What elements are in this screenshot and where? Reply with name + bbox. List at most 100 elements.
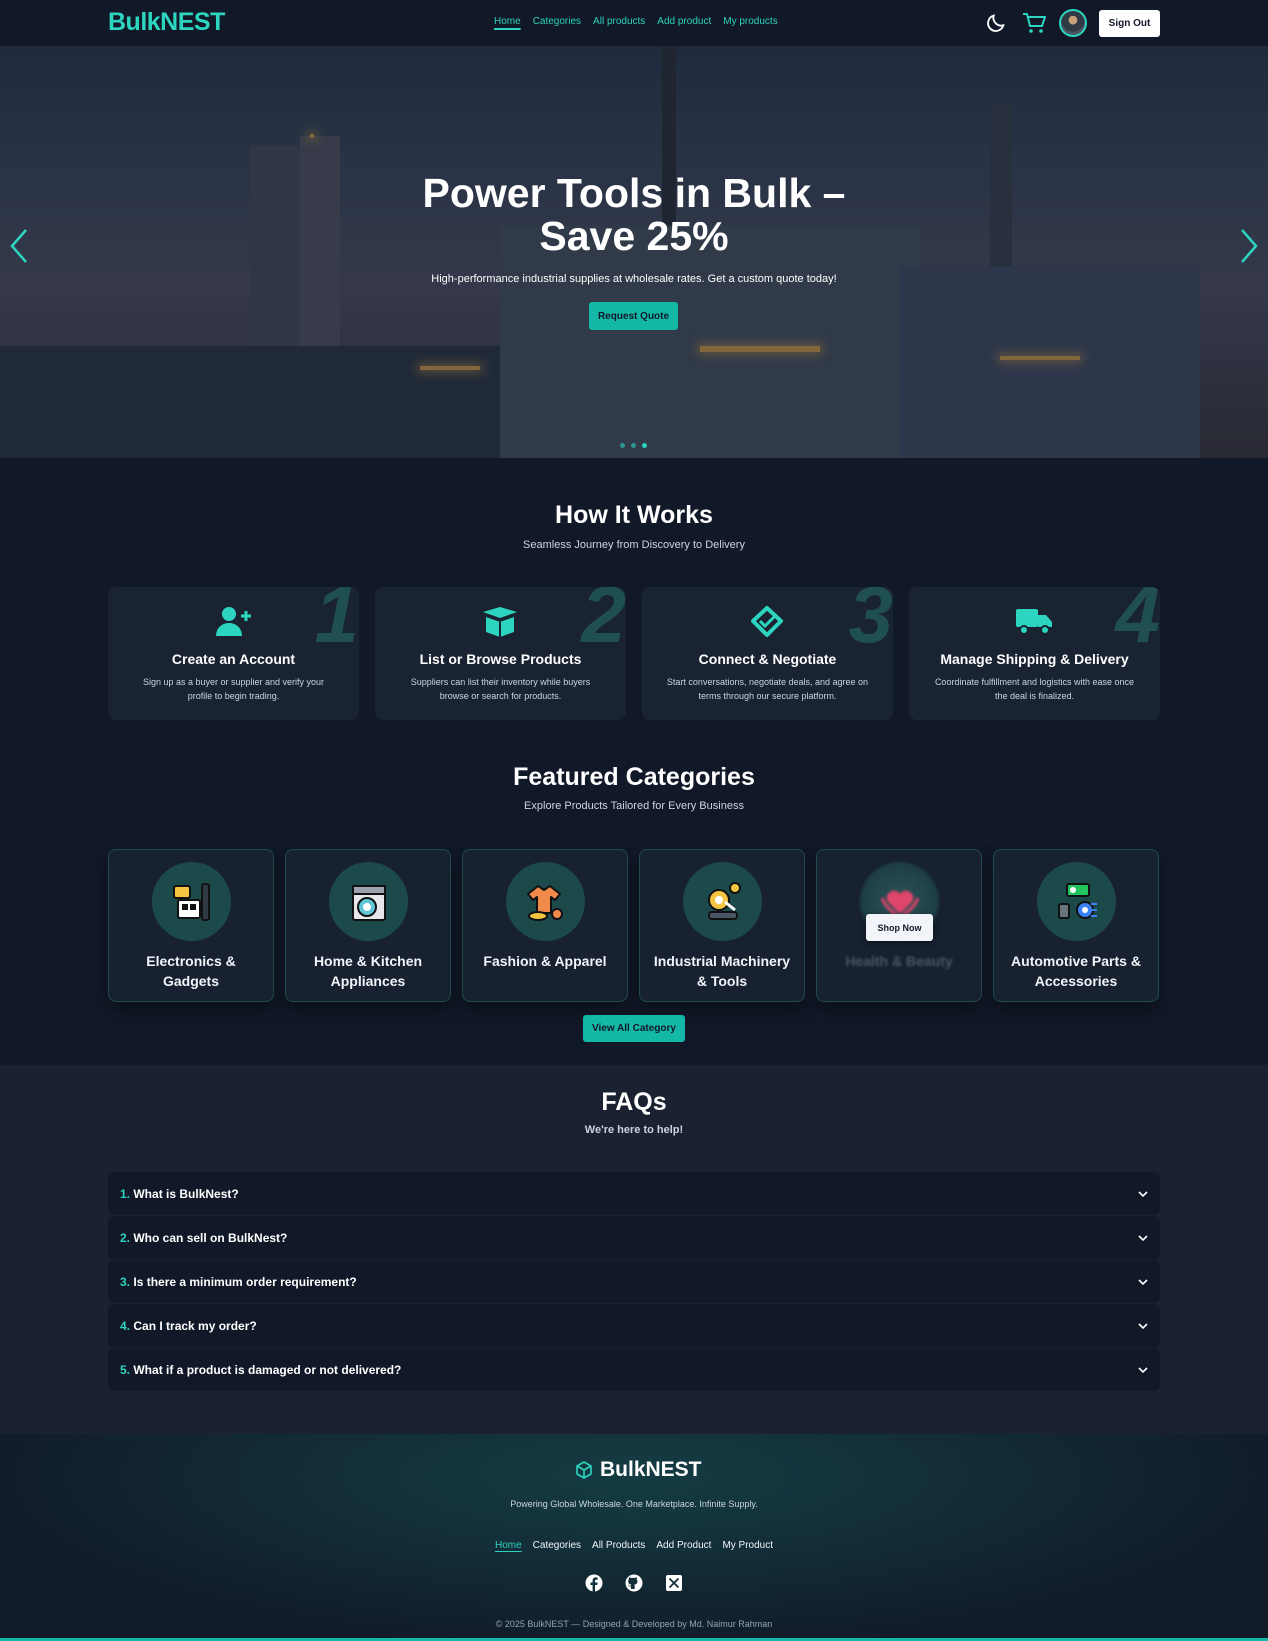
- step-number: 2: [581, 587, 627, 659]
- category-name: Home & Kitchen Appliances: [313, 953, 423, 989]
- copyright: © 2025 BulkNEST — Designed & Developed b…: [495, 1619, 773, 1629]
- faq-question: 1. What is BulkNest?: [120, 1187, 239, 1201]
- category-card[interactable]: Home & Kitchen Appliances: [285, 849, 451, 1002]
- faq-item[interactable]: 2. Who can sell on BulkNest?: [108, 1216, 1160, 1259]
- truck-icon: [1016, 609, 1052, 635]
- faq-question-text: What if a product is damaged or not deli…: [133, 1362, 402, 1377]
- category-card-hovered[interactable]: Health & Beauty Shop Now: [816, 849, 982, 1002]
- nav-link-add-product[interactable]: Add product: [657, 16, 711, 27]
- hero-title-line2: Save 25%: [539, 213, 729, 259]
- carousel-dot[interactable]: [620, 443, 625, 448]
- faq-number: 2.: [120, 1230, 131, 1245]
- category-icon-circle: [506, 862, 585, 941]
- carousel-dot-active[interactable]: [642, 443, 647, 448]
- facebook-icon[interactable]: [585, 1574, 603, 1592]
- faq-question: 2. Who can sell on BulkNest?: [120, 1231, 287, 1245]
- faq-item[interactable]: 1. What is BulkNest?: [108, 1172, 1160, 1215]
- shop-now-button[interactable]: Shop Now: [866, 914, 933, 941]
- category-card[interactable]: Fashion & Apparel: [462, 849, 628, 1002]
- footer-link-home[interactable]: Home: [495, 1540, 522, 1551]
- faq-item[interactable]: 3. Is there a minimum order requirement?: [108, 1260, 1160, 1303]
- faq-item[interactable]: 4. Can I track my order?: [108, 1304, 1160, 1347]
- category-card[interactable]: Automotive Parts & Accessories: [993, 849, 1159, 1002]
- categories-subtitle: Explore Products Tailored for Every Busi…: [524, 800, 744, 812]
- nav-link-all-products[interactable]: All products: [593, 16, 645, 27]
- social-links: [585, 1574, 683, 1592]
- step-title: Connect & Negotiate: [698, 651, 837, 667]
- faq-question: 4. Can I track my order?: [120, 1319, 257, 1333]
- avatar[interactable]: [1059, 9, 1087, 37]
- chevron-down-icon: [1138, 1322, 1148, 1329]
- footer: BulkNEST Powering Global Wholesale. One …: [0, 1434, 1268, 1641]
- nav-link-categories[interactable]: Categories: [533, 16, 581, 27]
- step-desc: Coordinate fulfillment and logistics wit…: [934, 677, 1135, 701]
- nav-link-my-products[interactable]: My products: [723, 16, 777, 27]
- view-all-category-button[interactable]: View All Category: [583, 1015, 685, 1042]
- footer-link-my-product[interactable]: My Product: [722, 1540, 773, 1551]
- how-it-works-subtitle: Seamless Journey from Discovery to Deliv…: [523, 539, 745, 551]
- category-card[interactable]: Electronics & Gadgets: [108, 849, 274, 1002]
- categories-title: Featured Categories: [513, 763, 755, 791]
- faq-title: FAQs: [601, 1088, 667, 1116]
- category-name: Health & Beauty: [845, 953, 953, 969]
- hero-carousel: Power Tools in Bulk – Save 25% High-perfo…: [0, 46, 1268, 458]
- hero-title: Power Tools in Bulk – Save 25%: [0, 172, 1268, 258]
- category-name: Industrial Machinery & Tools: [653, 953, 791, 989]
- faq-question-text: Can I track my order?: [133, 1318, 257, 1333]
- how-it-works-title: How It Works: [555, 501, 713, 529]
- machinery-icon: [707, 881, 741, 920]
- step-title: Manage Shipping & Delivery: [940, 651, 1129, 667]
- faq-subtitle: We're here to help!: [584, 1124, 684, 1136]
- main-menu: Home Categories All products Add product…: [494, 16, 778, 27]
- github-icon[interactable]: [625, 1574, 643, 1592]
- moon-icon[interactable]: [983, 10, 1009, 36]
- category-name: Electronics & Gadgets: [146, 953, 236, 989]
- x-twitter-icon[interactable]: [665, 1574, 683, 1592]
- step-card: 1 Create an Account Sign up as a buyer o…: [108, 587, 359, 720]
- category-name: Automotive Parts & Accessories: [1011, 953, 1141, 989]
- category-name: Fashion & Apparel: [483, 953, 607, 969]
- nav-actions: Sign Out: [983, 9, 1160, 37]
- sign-out-button[interactable]: Sign Out: [1099, 9, 1160, 37]
- faq-question-text: What is BulkNest?: [133, 1186, 239, 1201]
- request-quote-button[interactable]: Request Quote: [589, 302, 678, 330]
- step-number: 1: [314, 587, 360, 659]
- step-card: 3 Connect & Negotiate Start conversation…: [642, 587, 893, 720]
- category-icon-circle: [683, 862, 762, 941]
- chevron-down-icon: [1138, 1278, 1148, 1285]
- footer-tagline: Powering Global Wholesale. One Marketpla…: [510, 1499, 758, 1509]
- faq-number: 3.: [120, 1274, 131, 1289]
- site-logo[interactable]: BulkNEST: [108, 8, 225, 37]
- hero-subtitle: High-performance industrial supplies at …: [431, 273, 837, 285]
- apparel-icon: [526, 884, 563, 921]
- user-plus-icon: [216, 607, 251, 636]
- step-number: 3: [848, 587, 894, 659]
- faq-item[interactable]: 5. What if a product is damaged or not d…: [108, 1348, 1160, 1391]
- faq-question: 5. What if a product is damaged or not d…: [120, 1363, 401, 1377]
- step-desc: Suppliers can list their inventory while…: [410, 677, 591, 701]
- footer-logo-text: BulkNEST: [600, 1458, 702, 1481]
- hero-title-line1: Power Tools in Bulk –: [422, 170, 846, 216]
- faq-number: 4.: [120, 1318, 131, 1333]
- chevron-down-icon: [1138, 1190, 1148, 1197]
- category-card[interactable]: Industrial Machinery & Tools: [639, 849, 805, 1002]
- faq-question: 3. Is there a minimum order requirement?: [120, 1275, 357, 1289]
- step-card: 2 List or Browse Products Suppliers can …: [375, 587, 626, 720]
- faq-question-text: Who can sell on BulkNest?: [133, 1230, 288, 1245]
- footer-link-categories[interactable]: Categories: [533, 1540, 581, 1551]
- nav-link-home[interactable]: Home: [494, 16, 521, 27]
- carousel-dot[interactable]: [631, 443, 636, 448]
- carousel-dots: [620, 443, 647, 448]
- navbar: BulkNEST Home Categories All products Ad…: [0, 0, 1268, 46]
- step-desc: Start conversations, negotiate deals, an…: [666, 677, 869, 701]
- category-icon-circle: [152, 862, 231, 941]
- category-icon-circle: [329, 862, 408, 941]
- step-title: List or Browse Products: [419, 651, 582, 667]
- cart-icon[interactable]: [1021, 10, 1047, 36]
- footer-link-add-product[interactable]: Add Product: [656, 1540, 711, 1551]
- appliances-icon: [351, 884, 386, 921]
- chevron-down-icon: [1138, 1366, 1148, 1373]
- footer-logo[interactable]: BulkNEST: [574, 1458, 702, 1482]
- footer-link-all-products[interactable]: All Products: [592, 1540, 645, 1551]
- category-icon-circle: [1037, 862, 1116, 941]
